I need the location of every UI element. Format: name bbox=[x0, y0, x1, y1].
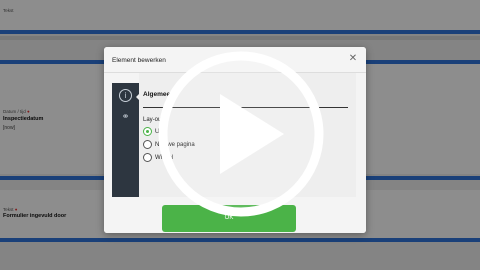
play-icon[interactable] bbox=[157, 50, 325, 218]
radio-unchecked[interactable] bbox=[143, 153, 152, 162]
radio-checked[interactable] bbox=[143, 127, 152, 136]
info-icon[interactable]: i bbox=[119, 89, 140, 102]
radio-unchecked[interactable] bbox=[143, 140, 152, 149]
close-icon[interactable]: ✕ bbox=[348, 54, 358, 64]
link-icon[interactable]: ⚭ bbox=[119, 111, 132, 124]
